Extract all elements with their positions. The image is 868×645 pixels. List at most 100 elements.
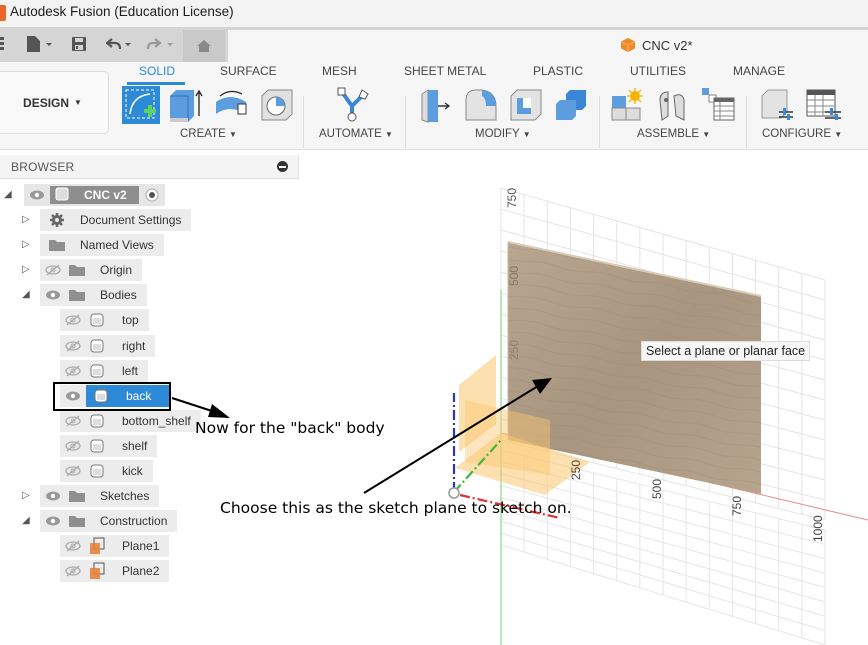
expanded-triangle-icon[interactable]: ◢ [22, 515, 30, 526]
create-menu[interactable]: CREATE ▼ [180, 128, 237, 140]
collapse-browser-icon[interactable] [277, 161, 288, 172]
browser-root-component[interactable]: CNC v2 [24, 184, 165, 206]
expanded-triangle-icon[interactable]: ◢ [22, 289, 30, 300]
body-icon [86, 463, 108, 479]
browser-item-plane2[interactable]: Plane2 [60, 560, 170, 583]
origin-point[interactable] [448, 487, 460, 499]
browser-item-document-settings[interactable]: Document Settings [40, 209, 192, 231]
bill-of-materials-button[interactable] [700, 86, 738, 124]
modify-menu[interactable]: MODIFY ▼ [475, 128, 531, 140]
automate-button[interactable] [334, 86, 372, 124]
grid-label-v-750: 750 [505, 188, 519, 208]
browser-item-named-views[interactable]: Named Views [40, 234, 164, 257]
expanded-triangle-icon[interactable]: ◢ [4, 189, 12, 200]
annotation-highlight-box [53, 382, 171, 411]
tab-manage[interactable]: MANAGE [733, 64, 785, 78]
browser-item-right[interactable]: right [60, 334, 156, 357]
home-icon [197, 40, 211, 52]
assemble-menu[interactable]: ASSEMBLE ▼ [637, 128, 710, 140]
folder-icon [66, 288, 88, 302]
grid-menu-icon[interactable] [0, 35, 6, 53]
folder-icon [66, 514, 88, 528]
visibility-eye-icon[interactable] [40, 515, 66, 527]
shell-icon [510, 89, 542, 121]
hidden-eye-icon[interactable] [40, 264, 66, 276]
hidden-eye-icon[interactable] [60, 565, 86, 577]
document-tab[interactable]: CNC v2* [620, 37, 693, 53]
browser-item-plane1[interactable]: Plane1 [60, 535, 170, 558]
browser-item-construction[interactable]: Construction [40, 510, 178, 533]
configuration-table-button[interactable] [805, 86, 843, 124]
browser-item-origin[interactable]: Origin [40, 259, 143, 282]
hidden-eye-icon[interactable] [60, 340, 86, 352]
grid-label-h-1000: 1000 [811, 515, 825, 542]
configure-label: CONFIGURE [762, 128, 831, 140]
fillet-button[interactable] [462, 86, 500, 124]
grid-label-h-750: 750 [730, 496, 744, 516]
create-sketch-button[interactable] [122, 86, 160, 124]
tab-surface[interactable]: SURFACE [220, 64, 277, 78]
configure-model-button[interactable] [759, 86, 797, 124]
browser-item-bodies[interactable]: Bodies [40, 284, 147, 307]
save-button[interactable] [71, 35, 87, 53]
tab-utilities[interactable]: UTILITIES [630, 64, 686, 78]
browser-item-shelf[interactable]: shelf [60, 434, 158, 457]
visibility-eye-icon[interactable] [40, 490, 66, 502]
annotation-plane-note: Choose this as the sketch plane to sketc… [220, 499, 572, 517]
activate-radio-icon[interactable] [139, 188, 165, 202]
chevron-down-icon: ▼ [74, 98, 82, 107]
workspace-switcher[interactable]: DESIGN ▼ [0, 71, 109, 134]
redo-button[interactable] [145, 35, 175, 53]
collapsed-triangle-icon[interactable]: ▷ [22, 490, 30, 501]
workspace-label: DESIGN [23, 95, 70, 110]
visibility-eye-icon[interactable] [24, 189, 50, 201]
item-label: Named Views [80, 238, 154, 253]
browser-title: BROWSER [11, 160, 75, 174]
extrude-button[interactable] [166, 86, 204, 124]
home-button[interactable] [183, 30, 225, 62]
hidden-eye-icon[interactable] [60, 415, 86, 427]
browser-item-left[interactable]: left [60, 359, 149, 382]
file-menu-button[interactable] [25, 35, 53, 53]
undo-button[interactable] [106, 35, 134, 53]
combine-button[interactable] [552, 86, 590, 124]
item-label: shelf [122, 438, 148, 453]
visibility-eye-icon[interactable] [40, 289, 66, 301]
shell-button[interactable] [507, 86, 545, 124]
annotation-back-note: Now for the "back" body [195, 419, 385, 437]
browser-item-kick[interactable]: kick [60, 460, 153, 482]
browser-item-sketches[interactable]: Sketches [40, 485, 160, 508]
joint-button[interactable] [654, 86, 692, 124]
hidden-eye-icon[interactable] [60, 540, 86, 552]
root-label: CNC v2 [84, 188, 127, 202]
hidden-eye-icon[interactable] [60, 365, 86, 377]
tab-sheet-metal[interactable]: SHEET METAL [404, 64, 486, 78]
press-pull-button[interactable] [418, 86, 456, 124]
ribbon-toolbar: DESIGN ▼ SOLID SURFACE MESH SHEET METAL … [0, 62, 868, 150]
item-label: Plane2 [122, 564, 160, 579]
tab-solid[interactable]: SOLID [139, 64, 175, 78]
hidden-eye-icon[interactable] [60, 440, 86, 452]
collapsed-triangle-icon[interactable]: ▷ [22, 264, 30, 275]
quick-access-toolbar [0, 27, 868, 62]
automate-label: AUTOMATE [319, 128, 382, 140]
hidden-eye-icon[interactable] [60, 465, 86, 477]
collapsed-triangle-icon[interactable]: ▷ [22, 214, 30, 225]
hidden-eye-icon[interactable] [60, 314, 86, 326]
tab-plastic[interactable]: PLASTIC [533, 64, 583, 78]
hole-button[interactable] [258, 86, 296, 124]
configure-menu[interactable]: CONFIGURE ▼ [762, 128, 842, 140]
press-pull-icon [421, 89, 451, 123]
combine-icon [556, 90, 586, 120]
chevron-down-icon: ▼ [834, 130, 843, 139]
item-label: right [122, 338, 146, 353]
revolve-button[interactable] [212, 86, 250, 124]
collapsed-triangle-icon[interactable]: ▷ [22, 239, 30, 250]
plane-icon [86, 562, 108, 580]
new-component-button[interactable] [609, 86, 647, 124]
tab-mesh[interactable]: MESH [322, 64, 357, 78]
browser-item-top[interactable]: top [60, 309, 149, 332]
automate-menu[interactable]: AUTOMATE ▼ [319, 128, 393, 140]
browser-item-bottom-shelf[interactable]: bottom_shelf [60, 409, 201, 432]
component-cube-icon [620, 38, 636, 52]
